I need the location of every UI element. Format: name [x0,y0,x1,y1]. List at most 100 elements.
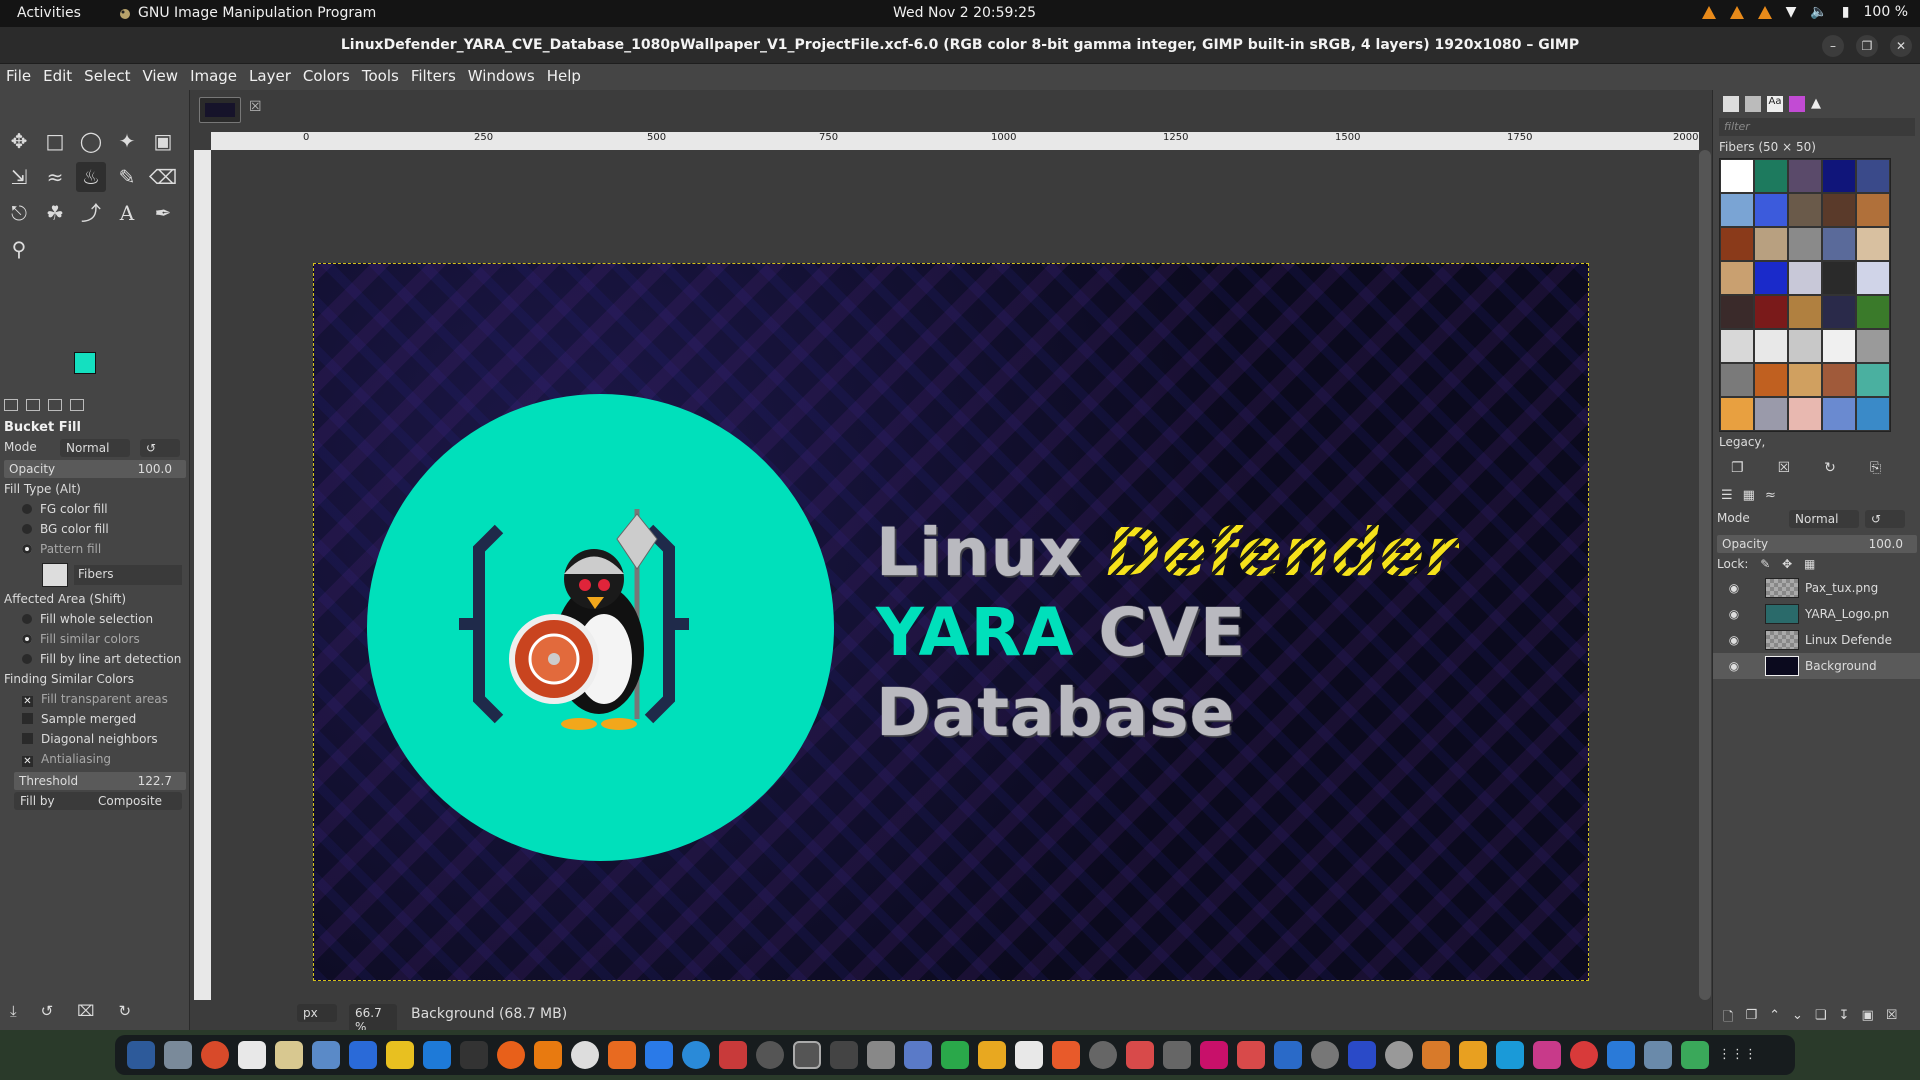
pattern-swatch[interactable] [1822,295,1856,329]
opacity-value[interactable]: 100.0 [138,462,172,476]
menu-select[interactable]: Select [78,64,136,90]
pattern-swatch[interactable] [1822,363,1856,397]
chat-app-icon[interactable] [1459,1041,1487,1069]
pattern-swatch[interactable] [1788,329,1822,363]
visibility-eye-icon[interactable]: ◉ [1723,659,1745,673]
pattern-swatch[interactable] [1822,227,1856,261]
pattern-swatch[interactable] [1822,261,1856,295]
image-tab[interactable] [199,97,241,123]
open-pattern-icon[interactable]: ⎘ [1870,460,1881,476]
pattern-grid[interactable] [1719,158,1891,432]
pattern-thumb[interactable] [42,563,68,587]
show-apps-icon[interactable] [127,1041,155,1069]
restore-options-icon[interactable]: ↺ [41,1002,54,1020]
activities-button[interactable]: Activities [17,5,81,21]
wifi-icon[interactable]: ▼ [1786,4,1797,20]
pdf-app-icon[interactable] [1126,1041,1154,1069]
bucket-fill-tool-icon[interactable]: ♨ [76,162,106,192]
pattern-chooser[interactable]: Fibers [0,560,190,590]
volume-icon[interactable]: 🔈 [1810,4,1827,20]
chrome-app-icon[interactable] [201,1041,229,1069]
paths-tool-icon[interactable]: ⤴ [76,198,106,228]
warning-icon[interactable] [1729,5,1744,19]
warp-tool-icon[interactable]: ≈ [40,162,70,192]
screenshot-app-icon[interactable] [312,1041,340,1069]
color-picker-tool-icon[interactable]: ✒ [148,198,178,228]
menu-filters[interactable]: Filters [405,64,462,90]
pattern-swatch[interactable] [1720,159,1754,193]
layer-row[interactable]: ◉ Linux Defende [1713,627,1920,653]
pattern-swatch[interactable] [1788,397,1822,431]
folder-app-icon[interactable] [978,1041,1006,1069]
threshold-value[interactable]: 122.7 [138,774,172,788]
layer-opacity-value[interactable]: 100.0 [1869,537,1903,551]
smudge-tool-icon[interactable]: ☘ [40,198,70,228]
terminal-app-icon[interactable] [460,1041,488,1069]
warning-icon[interactable] [1701,5,1716,19]
fonts-tab-icon[interactable]: Aa [1767,96,1783,112]
pattern-swatch[interactable] [1720,261,1754,295]
opacity-slider[interactable]: Opacity 100.0 [4,460,186,478]
disk-app-icon[interactable] [1089,1041,1117,1069]
pattern-swatch[interactable] [1754,193,1788,227]
pattern-swatch[interactable] [1788,363,1822,397]
delete-layer-icon[interactable]: ☒ [1886,1008,1898,1030]
eraser-tool-icon[interactable]: ⌫ [148,162,178,192]
pattern-swatch[interactable] [1856,397,1890,431]
horizontal-ruler[interactable]: 0 250 500 750 1000 1250 1500 1750 2000 [211,132,1699,150]
layer-row[interactable]: ◉ Pax_tux.png [1713,575,1920,601]
new-layer-group-icon[interactable]: ❐ [1745,1008,1757,1030]
game-app-icon[interactable] [1422,1041,1450,1069]
menu-edit[interactable]: Edit [37,64,78,90]
calc-app-icon[interactable] [386,1041,414,1069]
pattern-swatch[interactable] [1822,397,1856,431]
reset-mode-icon[interactable]: ↺ [140,439,180,457]
pattern-swatch[interactable] [1856,295,1890,329]
new-layer-icon[interactable]: 🗋 [1723,1008,1733,1030]
pattern-swatch[interactable] [1788,193,1822,227]
raise-layer-icon[interactable]: ⌃ [1769,1008,1780,1030]
duplicate-layer-icon[interactable]: ❏ [1815,1008,1827,1030]
design-app-icon[interactable] [1533,1041,1561,1069]
editor-app-icon[interactable] [423,1041,451,1069]
warning-icon[interactable] [1757,5,1772,19]
calendar-app-icon[interactable] [1237,1041,1265,1069]
lock-alpha-icon[interactable]: ▦ [1804,557,1815,571]
brushes-tab-icon[interactable] [1723,96,1739,112]
rect-select-tool-icon[interactable]: □ [40,126,70,156]
system-tray[interactable]: ▼ 🔈 ▮ 100 % [1701,4,1908,20]
monitor-app-icon[interactable] [719,1041,747,1069]
fill-line-art-radio[interactable]: Fill by line art detection [0,650,190,670]
writer-app-icon[interactable] [349,1041,377,1069]
fill-by-select[interactable]: Fill by Composite [14,792,182,810]
bg-color-fill-radio[interactable]: BG color fill [0,520,190,540]
layer-mode-select[interactable]: Normal [1789,510,1859,528]
obs-app-icon[interactable] [571,1041,599,1069]
pattern-swatch[interactable] [1856,227,1890,261]
unit-select[interactable]: px [297,1004,337,1022]
menu-image[interactable]: Image [184,64,243,90]
text-tool-icon[interactable]: A [112,198,142,228]
layer-mode-reset-icon[interactable]: ↺ [1865,510,1905,528]
fg-bg-color-swatches[interactable] [74,352,134,397]
layer-row[interactable]: ◉ YARA_Logo.pn [1713,601,1920,627]
visibility-eye-icon[interactable]: ◉ [1723,607,1745,621]
lock-position-icon[interactable]: ✥ [1782,557,1792,571]
blender-app-icon[interactable] [608,1041,636,1069]
battery-icon[interactable]: ▮ [1842,4,1850,20]
undo-history-tab-icon[interactable] [48,399,62,411]
pattern-fill-radio[interactable]: Pattern fill [0,540,190,560]
text-editor-app-icon[interactable] [275,1041,303,1069]
pattern-swatch[interactable] [1720,295,1754,329]
channels-tab-icon[interactable]: ▦ [1743,488,1755,503]
fuzzy-select-tool-icon[interactable]: ✦ [112,126,142,156]
pattern-swatch[interactable] [1720,329,1754,363]
save-options-icon[interactable]: ⤓ [10,1002,17,1020]
display-app-icon[interactable] [1274,1041,1302,1069]
delete-pattern-icon[interactable]: ☒ [1778,460,1791,476]
files-app-icon[interactable] [164,1041,192,1069]
visibility-eye-icon[interactable]: ◉ [1723,581,1745,595]
pattern-swatch[interactable] [1788,295,1822,329]
sample-merged-checkbox[interactable]: Sample merged [0,710,190,730]
delete-options-icon[interactable]: ⌧ [77,1002,94,1020]
